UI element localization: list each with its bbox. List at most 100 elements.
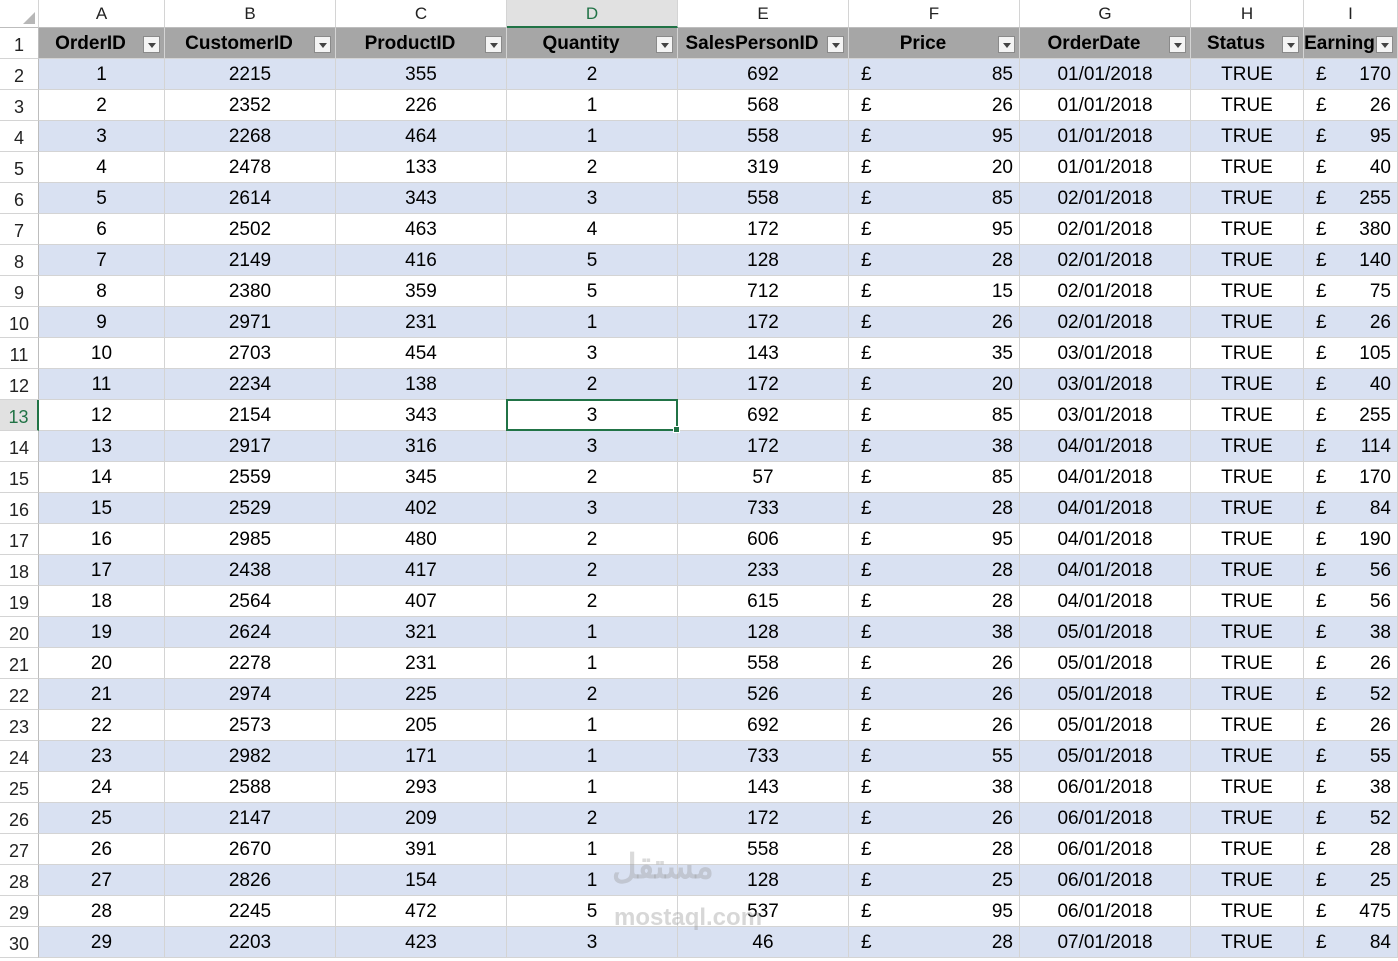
cell-I2[interactable]: £170 [1304, 59, 1398, 90]
cell-F22[interactable]: £26 [849, 679, 1020, 710]
cell-E21[interactable]: 558 [678, 648, 849, 679]
cell-E25[interactable]: 143 [678, 772, 849, 803]
cell-I17[interactable]: £190 [1304, 524, 1398, 555]
cell-G17[interactable]: 04/01/2018 [1020, 524, 1191, 555]
cell-G19[interactable]: 04/01/2018 [1020, 586, 1191, 617]
cell-F2[interactable]: £85 [849, 59, 1020, 90]
cell-H26[interactable]: TRUE [1191, 803, 1304, 834]
cell-I9[interactable]: £75 [1304, 276, 1398, 307]
cell-B5[interactable]: 2478 [165, 152, 336, 183]
cell-I8[interactable]: £140 [1304, 245, 1398, 276]
cell-D15[interactable]: 2 [507, 462, 678, 493]
cell-E8[interactable]: 128 [678, 245, 849, 276]
cell-A7[interactable]: 6 [39, 214, 165, 245]
filter-dropdown-icon[interactable] [314, 36, 331, 53]
cell-A5[interactable]: 4 [39, 152, 165, 183]
cell-D11[interactable]: 3 [507, 338, 678, 369]
cell-A27[interactable]: 26 [39, 834, 165, 865]
cell-F24[interactable]: £55 [849, 741, 1020, 772]
cell-E19[interactable]: 615 [678, 586, 849, 617]
cell-E17[interactable]: 606 [678, 524, 849, 555]
cell-C15[interactable]: 345 [336, 462, 507, 493]
cell-F13[interactable]: £85 [849, 400, 1020, 431]
cell-F20[interactable]: £38 [849, 617, 1020, 648]
cell-H13[interactable]: TRUE [1191, 400, 1304, 431]
cell-A13[interactable]: 12 [39, 400, 165, 431]
filter-dropdown-icon[interactable] [1282, 36, 1299, 53]
cell-D25[interactable]: 1 [507, 772, 678, 803]
cell-A10[interactable]: 9 [39, 307, 165, 338]
filter-dropdown-icon[interactable] [1376, 36, 1393, 53]
cell-I29[interactable]: £475 [1304, 896, 1398, 927]
cell-G9[interactable]: 02/01/2018 [1020, 276, 1191, 307]
column-header-C[interactable]: C [336, 0, 507, 28]
filter-dropdown-icon[interactable] [485, 36, 502, 53]
column-header-F[interactable]: F [849, 0, 1020, 28]
cell-G23[interactable]: 05/01/2018 [1020, 710, 1191, 741]
cell-E24[interactable]: 733 [678, 741, 849, 772]
cell-I30[interactable]: £84 [1304, 927, 1398, 958]
cell-A22[interactable]: 21 [39, 679, 165, 710]
cell-D6[interactable]: 3 [507, 183, 678, 214]
cell-E15[interactable]: 57 [678, 462, 849, 493]
cell-D13[interactable]: 3 [507, 400, 678, 431]
cell-C7[interactable]: 463 [336, 214, 507, 245]
cell-A17[interactable]: 16 [39, 524, 165, 555]
cell-D7[interactable]: 4 [507, 214, 678, 245]
cell-D22[interactable]: 2 [507, 679, 678, 710]
cell-D16[interactable]: 3 [507, 493, 678, 524]
cell-I4[interactable]: £95 [1304, 121, 1398, 152]
cell-F23[interactable]: £26 [849, 710, 1020, 741]
cell-C29[interactable]: 472 [336, 896, 507, 927]
cell-C28[interactable]: 154 [336, 865, 507, 896]
cell-B14[interactable]: 2917 [165, 431, 336, 462]
cell-G20[interactable]: 05/01/2018 [1020, 617, 1191, 648]
header-cell-price[interactable]: Price [849, 28, 1020, 59]
cell-A19[interactable]: 18 [39, 586, 165, 617]
cell-E23[interactable]: 692 [678, 710, 849, 741]
cell-B10[interactable]: 2971 [165, 307, 336, 338]
cell-A16[interactable]: 15 [39, 493, 165, 524]
cell-A9[interactable]: 8 [39, 276, 165, 307]
cell-B30[interactable]: 2203 [165, 927, 336, 958]
cell-E4[interactable]: 558 [678, 121, 849, 152]
cell-D24[interactable]: 1 [507, 741, 678, 772]
cell-C11[interactable]: 454 [336, 338, 507, 369]
cell-A21[interactable]: 20 [39, 648, 165, 679]
cell-I18[interactable]: £56 [1304, 555, 1398, 586]
cell-G10[interactable]: 02/01/2018 [1020, 307, 1191, 338]
header-cell-orderdate[interactable]: OrderDate [1020, 28, 1191, 59]
header-cell-orderid[interactable]: OrderID [39, 28, 165, 59]
cell-I16[interactable]: £84 [1304, 493, 1398, 524]
cell-C18[interactable]: 417 [336, 555, 507, 586]
cell-H10[interactable]: TRUE [1191, 307, 1304, 338]
cell-F30[interactable]: £28 [849, 927, 1020, 958]
cell-B25[interactable]: 2588 [165, 772, 336, 803]
cell-E9[interactable]: 712 [678, 276, 849, 307]
cell-G4[interactable]: 01/01/2018 [1020, 121, 1191, 152]
cell-I6[interactable]: £255 [1304, 183, 1398, 214]
column-header-D[interactable]: D [507, 0, 678, 28]
header-cell-quantity[interactable]: Quantity [507, 28, 678, 59]
cell-I27[interactable]: £28 [1304, 834, 1398, 865]
cell-B15[interactable]: 2559 [165, 462, 336, 493]
cell-F11[interactable]: £35 [849, 338, 1020, 369]
cell-D4[interactable]: 1 [507, 121, 678, 152]
cell-B7[interactable]: 2502 [165, 214, 336, 245]
cell-C19[interactable]: 407 [336, 586, 507, 617]
cell-I11[interactable]: £105 [1304, 338, 1398, 369]
cell-D8[interactable]: 5 [507, 245, 678, 276]
cell-A4[interactable]: 3 [39, 121, 165, 152]
cell-G22[interactable]: 05/01/2018 [1020, 679, 1191, 710]
cell-G26[interactable]: 06/01/2018 [1020, 803, 1191, 834]
cell-I23[interactable]: £26 [1304, 710, 1398, 741]
cell-C20[interactable]: 321 [336, 617, 507, 648]
cell-G15[interactable]: 04/01/2018 [1020, 462, 1191, 493]
cell-H22[interactable]: TRUE [1191, 679, 1304, 710]
cell-G18[interactable]: 04/01/2018 [1020, 555, 1191, 586]
cell-F19[interactable]: £28 [849, 586, 1020, 617]
column-header-A[interactable]: A [39, 0, 165, 28]
column-header-I[interactable]: I [1304, 0, 1398, 28]
cell-B21[interactable]: 2278 [165, 648, 336, 679]
cell-C24[interactable]: 171 [336, 741, 507, 772]
